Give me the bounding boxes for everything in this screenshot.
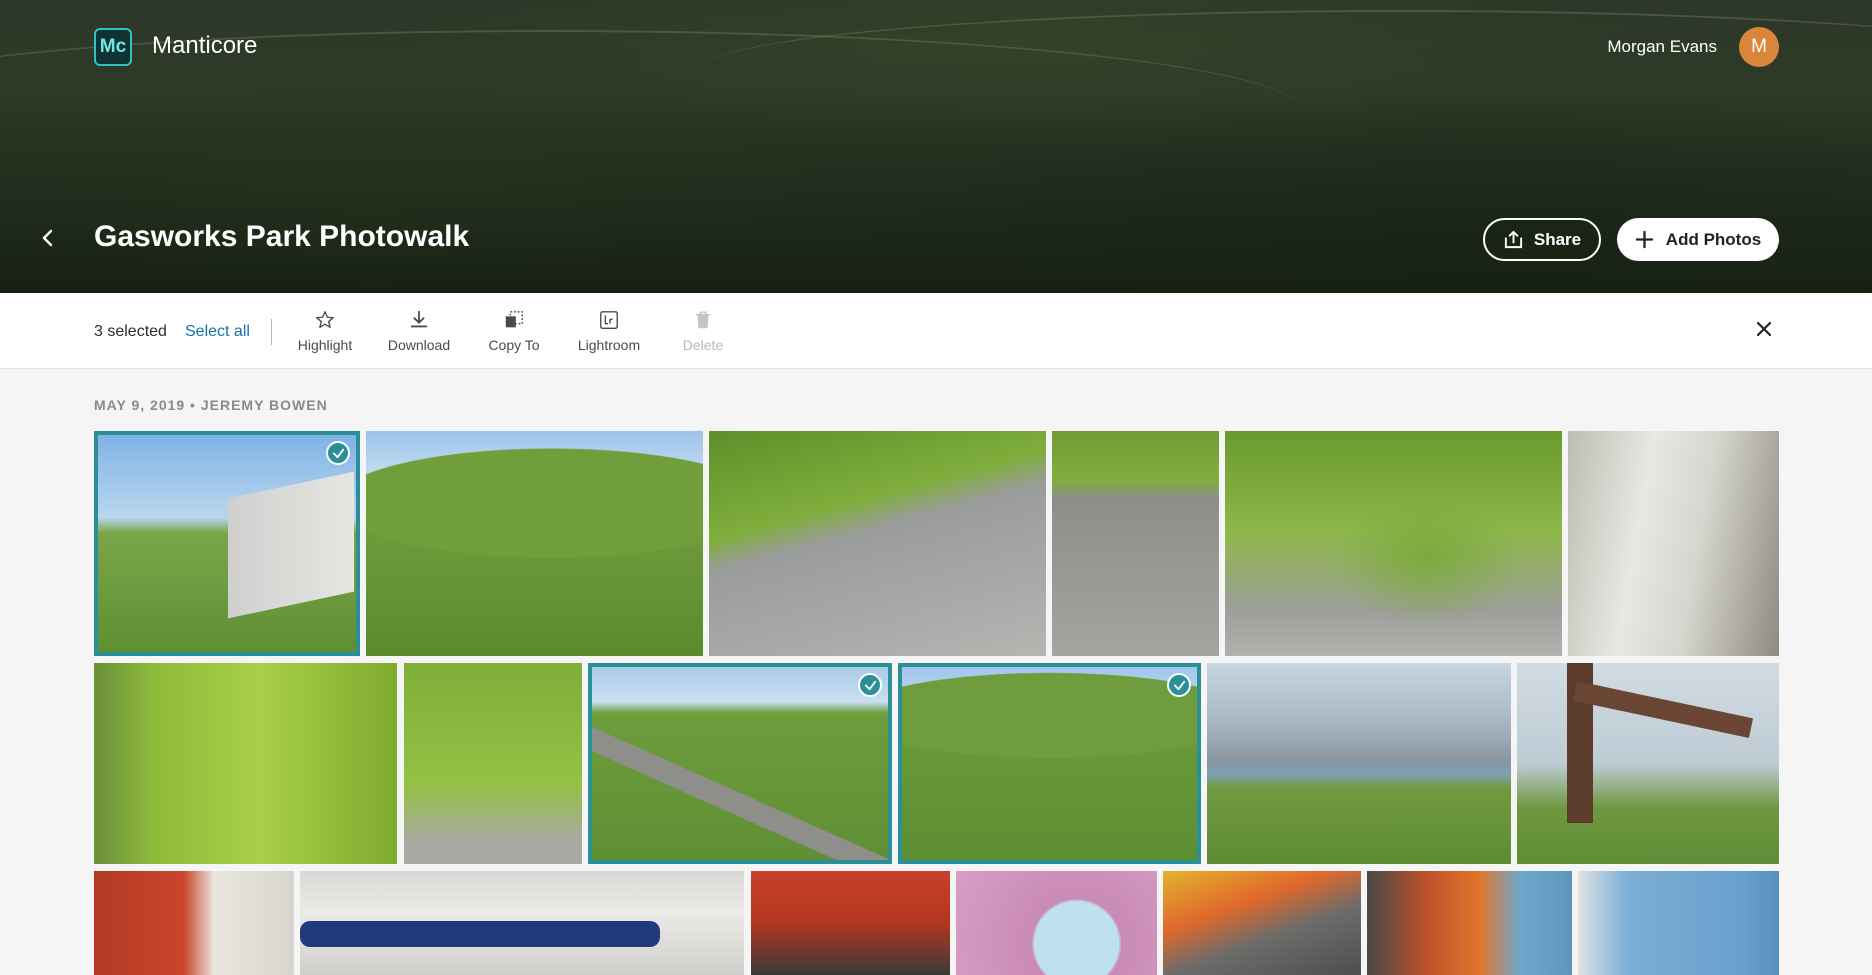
delete-button[interactable]: Delete xyxy=(658,309,748,353)
toolbar-divider xyxy=(271,319,272,345)
share-button[interactable]: Share xyxy=(1483,218,1601,261)
photo-thumbnail[interactable] xyxy=(366,431,703,656)
copy-to-icon xyxy=(505,311,523,328)
share-icon xyxy=(1504,230,1522,249)
plus-icon xyxy=(1635,230,1654,249)
photo-thumbnail[interactable] xyxy=(751,871,950,975)
download-button[interactable]: Download xyxy=(374,309,464,353)
photo-thumbnail[interactable] xyxy=(956,871,1157,975)
hill-ridge xyxy=(700,10,1872,130)
add-photos-label: Add Photos xyxy=(1665,229,1762,249)
photo-thumbnail[interactable] xyxy=(1568,431,1779,656)
share-label: Share xyxy=(1533,229,1582,249)
highlight-button[interactable]: Highlight xyxy=(280,309,370,353)
selection-count: 3 selected xyxy=(94,323,167,340)
delete-label: Delete xyxy=(682,337,724,353)
user-name[interactable]: Morgan Evans xyxy=(1607,37,1717,57)
add-photos-button[interactable]: Add Photos xyxy=(1617,218,1779,261)
photo-thumbnail[interactable] xyxy=(1225,431,1562,656)
photo-thumbnail[interactable] xyxy=(1367,871,1572,975)
photo-thumbnail[interactable] xyxy=(1578,871,1779,975)
photo-thumbnail[interactable] xyxy=(404,663,582,864)
photo-thumbnail[interactable] xyxy=(1163,871,1361,975)
selected-check-icon xyxy=(326,441,350,465)
photo-thumbnail[interactable] xyxy=(94,871,294,975)
photo-thumbnail[interactable] xyxy=(898,663,1201,864)
back-button[interactable] xyxy=(36,226,60,250)
highlight-label: Highlight xyxy=(297,337,353,353)
selected-check-icon xyxy=(858,673,882,697)
photo-thumbnail[interactable] xyxy=(94,663,397,864)
chevron-left-icon xyxy=(42,229,53,247)
photo-thumbnail[interactable] xyxy=(1207,663,1511,864)
star-icon xyxy=(316,311,334,329)
download-label: Download xyxy=(387,337,451,353)
photo-thumbnail[interactable] xyxy=(1517,663,1779,864)
section-date-header: MAY 9, 2019 • JEREMY BOWEN xyxy=(94,397,328,413)
lightroom-button[interactable]: Lightroom xyxy=(564,309,654,353)
select-all-link[interactable]: Select all xyxy=(185,323,250,341)
album-title: Gasworks Park Photowalk xyxy=(94,220,470,253)
photo-thumbnail[interactable] xyxy=(300,871,744,975)
download-icon xyxy=(410,310,428,328)
lightroom-icon xyxy=(600,311,618,329)
copy-to-label: Copy To xyxy=(488,337,540,353)
copy-to-button[interactable]: Copy To xyxy=(469,309,559,353)
app-name: Manticore xyxy=(152,32,258,59)
avatar[interactable]: M xyxy=(1739,27,1779,67)
photo-thumbnail[interactable] xyxy=(94,431,360,656)
close-selection-button[interactable] xyxy=(1752,317,1776,341)
close-icon xyxy=(1756,321,1772,337)
app-logo[interactable]: Mc xyxy=(94,28,132,66)
photo-thumbnail[interactable] xyxy=(709,431,1046,656)
lightroom-label: Lightroom xyxy=(577,337,641,353)
selected-check-icon xyxy=(1167,673,1191,697)
photo-thumbnail[interactable] xyxy=(588,663,892,864)
selection-toolbar: 3 selected Select all Highlight Download… xyxy=(0,293,1872,369)
photo-thumbnail[interactable] xyxy=(1052,431,1219,656)
trash-icon xyxy=(695,311,711,329)
